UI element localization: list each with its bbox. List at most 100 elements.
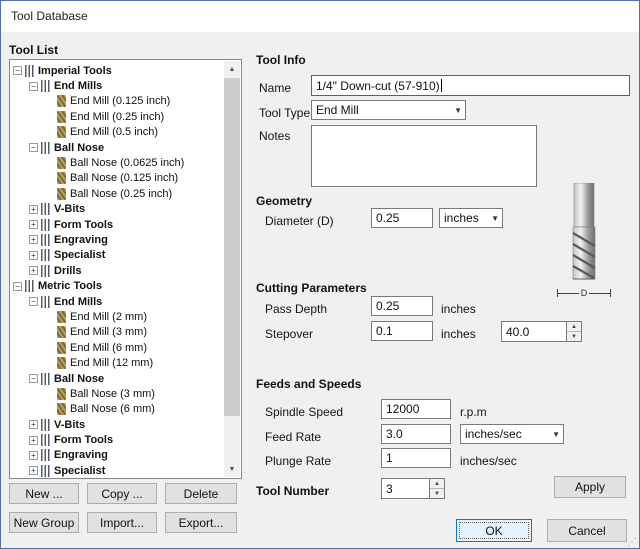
tool-number-input[interactable]: 3 [381,478,429,499]
tree-group-item[interactable]: + Drills [11,263,224,278]
tree-tool-item[interactable]: Ball Nose (0.125 inch) [11,171,224,186]
spin-down-icon[interactable]: ▼ [567,332,581,341]
spin-up-icon[interactable]: ▲ [430,479,444,489]
plunge-rate-input[interactable]: 1 [381,448,451,468]
tree-tool-item[interactable]: Ball Nose (0.25 inch) [11,186,224,201]
diameter-units-select[interactable]: inches ▼ [439,208,503,228]
text-caret [440,79,442,92]
collapse-icon[interactable]: − [29,81,38,91]
tool-type-label: Tool Type [259,106,311,120]
tool-icon [57,387,66,400]
tree-tool-item[interactable]: End Mill (2 mm) [11,309,224,324]
tree-group-item[interactable]: − Metric Tools [11,278,224,293]
cancel-button[interactable]: Cancel [547,519,627,542]
tree-group-item[interactable]: + Engraving [11,448,224,463]
tree-item-label: Imperial Tools [38,64,112,77]
tool-group-icon [41,372,50,385]
tree-tool-item[interactable]: End Mill (0.125 inch) [11,94,224,109]
tree-group-item[interactable]: − End Mills [11,294,224,309]
tree-group-item[interactable]: − End Mills [11,78,224,93]
tool-group-icon [25,280,34,293]
scroll-up-icon[interactable]: ▲ [224,61,240,77]
expand-icon[interactable]: + [29,220,38,230]
tool-group-icon [41,295,50,308]
spindle-speed-input[interactable]: 12000 [381,399,451,419]
diameter-input[interactable]: 0.25 [371,208,433,228]
tree-group-item[interactable]: − Ball Nose [11,371,224,386]
spin-up-icon[interactable]: ▲ [567,322,581,332]
expand-icon[interactable]: + [29,435,38,445]
feed-rate-input[interactable]: 3.0 [381,424,451,444]
tree-item-label: Ball Nose [54,141,105,154]
tool-database-dialog: Tool Database Tool List − Imperial Tools −… [0,0,640,549]
tree-item-label: End Mills [54,295,103,308]
tree-tool-item[interactable]: End Mill (0.5 inch) [11,125,224,140]
new-tool-button[interactable]: New ... [9,483,79,504]
tree-tool-item[interactable]: Ball Nose (6 mm) [11,402,224,417]
tree-tool-item[interactable]: Ball Nose (3 mm) [11,386,224,401]
stepover-percent-input[interactable]: 40.0 [501,321,566,342]
tree-group-item[interactable]: + Specialist [11,248,224,263]
collapse-icon[interactable]: − [29,374,38,383]
tree-tool-item[interactable]: End Mill (6 mm) [11,340,224,355]
feed-rate-units-select[interactable]: inches/sec ▼ [460,424,564,444]
tree-tool-item[interactable]: Ball Nose (0.0625 inch) [11,155,224,170]
tree-tool-item[interactable]: End Mill (3 mm) [11,325,224,340]
tool-icon [57,95,66,108]
spin-down-icon[interactable]: ▼ [430,489,444,498]
resize-grip[interactable]: ⋰ [627,537,637,548]
stepover-label: Stepover [265,327,314,341]
tool-list-heading: Tool List [9,43,59,57]
tree-scrollbar[interactable]: ▲ ▼ [224,61,240,477]
expand-icon[interactable]: + [29,266,38,276]
tool-icon [57,187,66,200]
collapse-icon[interactable]: − [13,281,22,291]
tree-group-item[interactable]: + Form Tools [11,432,224,447]
collapse-icon[interactable]: − [29,297,38,307]
expand-icon[interactable]: + [29,450,38,460]
ok-button[interactable]: OK [456,519,532,542]
tree-tool-item[interactable]: End Mill (0.25 inch) [11,109,224,124]
collapse-icon[interactable]: − [29,143,38,153]
tree-group-item[interactable]: − Imperial Tools [11,63,224,78]
tree-item-label: Ball Nose (6 mm) [70,403,155,416]
scrollbar-thumb[interactable] [224,78,240,416]
name-input-value: 1/4" Down-cut (57-910) [316,78,440,93]
copy-tool-button[interactable]: Copy ... [87,483,157,504]
tree-group-item[interactable]: − Ball Nose [11,140,224,155]
plunge-rate-label: Plunge Rate [265,454,332,468]
tree-item-label: Ball Nose (0.25 inch) [70,187,173,200]
expand-icon[interactable]: + [29,204,38,214]
tree-group-item[interactable]: + Form Tools [11,217,224,232]
tree-item-label: Metric Tools [38,280,102,293]
tree-tool-item[interactable]: End Mill (12 mm) [11,355,224,370]
expand-icon[interactable]: + [29,466,38,476]
name-input[interactable]: 1/4" Down-cut (57-910) [311,75,630,96]
tree-group-item[interactable]: + Specialist [11,463,224,477]
tree-group-item[interactable]: + V-Bits [11,417,224,432]
delete-tool-button[interactable]: Delete [165,483,237,504]
tool-icon [57,126,66,139]
tool-type-select[interactable]: End Mill ▼ [311,100,466,120]
tree-group-item[interactable]: + Engraving [11,232,224,247]
tool-group-icon [41,141,50,154]
tool-type-value: End Mill [316,103,359,117]
expand-icon[interactable]: + [29,420,38,430]
tool-number-spinner: ▲ ▼ [429,478,445,499]
feed-rate-value: 3.0 [386,427,403,441]
apply-button[interactable]: Apply [554,476,626,498]
expand-icon[interactable]: + [29,250,38,260]
notes-textarea[interactable] [311,125,537,187]
export-button[interactable]: Export... [165,512,237,533]
new-group-button[interactable]: New Group [9,512,79,533]
stepover-input[interactable]: 0.1 [371,321,433,341]
pass-depth-input[interactable]: 0.25 [371,296,433,316]
stepover-units: inches [441,327,476,341]
collapse-icon[interactable]: − [13,66,22,76]
tool-group-icon [41,464,50,477]
tree-group-item[interactable]: + V-Bits [11,202,224,217]
import-button[interactable]: Import... [87,512,157,533]
end-mill-preview-image [572,183,596,280]
scroll-down-icon[interactable]: ▼ [224,461,240,477]
expand-icon[interactable]: + [29,235,38,245]
